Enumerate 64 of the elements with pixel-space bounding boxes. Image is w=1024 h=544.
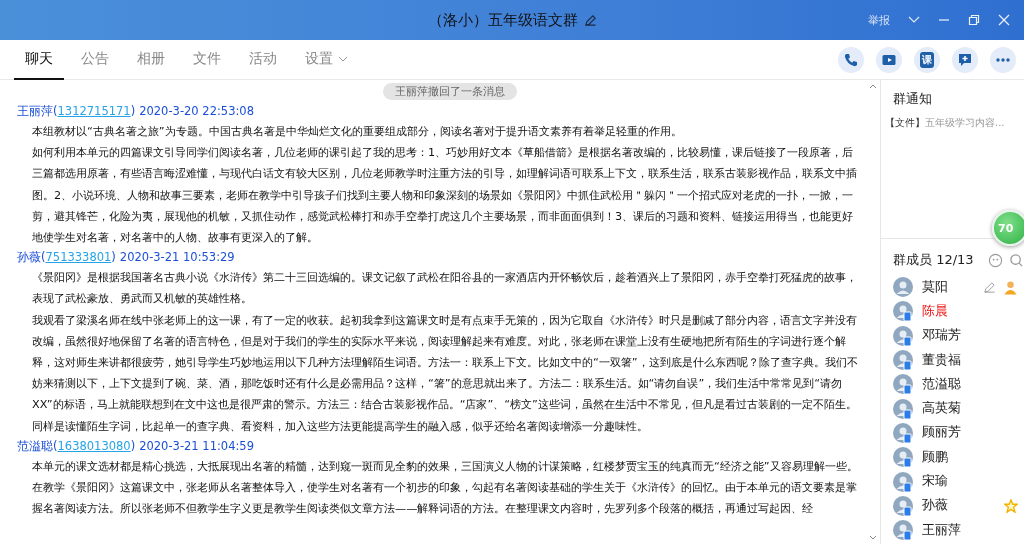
sender-name: 范溢聪(1638013080) [17,438,136,453]
avatar[interactable] [893,520,913,541]
tab[interactable]: 活动 [238,39,288,80]
close-icon[interactable] [998,14,1010,26]
member-settings-icon[interactable] [987,252,1003,268]
member-name[interactable]: 宋瑜 [922,473,1009,490]
avatar[interactable] [893,495,913,516]
group-notice-title: 群通知 [893,90,933,108]
window-title: （洛小）五年级语文群 [427,10,578,30]
message-time: 2020-3-21 11:04:59 [139,438,254,453]
member-name[interactable]: 顾丽芳 [922,424,1009,442]
edit-icon[interactable] [983,280,996,294]
avatar[interactable] [893,301,913,322]
avatar[interactable] [893,350,913,371]
members-title: 群成员 12/13 [893,251,974,269]
avatar[interactable] [893,325,913,346]
sender-name: 孙薇(751333801) [17,250,116,265]
edit-icon[interactable] [583,13,597,27]
tab[interactable]: 相册 [126,39,176,80]
avatar[interactable] [893,422,913,443]
message-time: 2020-3-20 22:53:08 [139,104,254,118]
message-time: 2020-3-21 10:53:29 [119,250,235,265]
message-text: 在教学《景阳冈》这篇课文中，张老师从名著整体导入，使学生对名著有一个初步的印象，勾起有名著阅读基础的学生关于《水浒传》的回忆。由于本单元的语文要素是掌握名著阅读方法。所以张老师不但教学生字义更是教学生阅读类似文章方法——解释词语的方法。在整理课文内容时，先罗列多个段落的概括，再通过写起因、经 [31,480,858,518]
member-name[interactable]: 顾鹏 [922,448,1009,466]
message-text: 我观看了梁溪名师在线中张老师上的这一课，有了一定的收获。起初我拿到这篇课文时是有点束手无策的，因为它取自《水浒传》时只是删减了部分内容，语言文字并没有改编，虽然很好地保留了名著的语言特色，但是对于我们的学生的实际水平来说，阅读理解起来有难度。对此，张老师在课堂上没有生硬地把所有陌生的字词进行逐个解释，这对师生来讲都很疲劳，她引导学生巧妙地运用以下几种方法理解陌生词语。方法一：联系上下文。比如文中的“一双箸”，这到底是什么东西呢？除了查字典。我们不妨来猜测以下，上下文提到了碗、菜、酒，那吃饭时还有什么是必需用品？这样，“箸”的意思就出来了。方法二：联系生活。如“请勿自误”，我们生活中常常见到“请勿XX”的标语，马上就能联想到在文中这也是很严肃的警示。方法三：结合古装影视作品。“店家”、“榜文”这些词，虽然在生活中不常见，但凡是看过古装剧的一定不陌生。同样是读懂陌生字词，比起单一的查字典、看资料，加入这些方法更能提高学生的融入感，似乎还给名著阅读增添一分趣味性。 [31,312,859,435]
avatar[interactable] [893,374,913,395]
avatar[interactable] [893,447,913,468]
plus-bubble-icon [957,51,973,68]
search-icon[interactable] [1008,252,1024,268]
sender-name: 王丽萍(1312715171) [17,104,136,118]
member-name[interactable]: 陈晨 [922,302,1009,320]
tab[interactable]: 设置 [294,39,359,80]
tab[interactable]: 聊天 [14,39,64,80]
phone-icon [843,51,859,68]
member-name[interactable]: 王丽萍 [922,521,1009,539]
message-text: 本单元的课文选材都是精心挑选，大抵展现出名著的精髓，达到窥一斑而见全豹的效果，三国演义人物的计谋策略，红楼梦贾宝玉的纯真而无“经济之能”又容易理解一些。 [31,458,859,475]
more-icon [996,57,1010,62]
member-name[interactable]: 董贵福 [922,351,1009,369]
avatar[interactable] [893,471,913,492]
class-button[interactable]: 课 [914,46,940,73]
caret-icon[interactable] [338,55,348,62]
message-text: 如何利用本单元的四篇课文引导同学们阅读名著，几位老师的课引起了我的思考：1、巧妙用好文本《草船借箭》是根据名著改编的，比较易懂，课后链接了一段原著，后三篇都选用原著，有些语言晦涩难懂，与现代白话文有较大区别，几位老师教学时注重方法的引导，如理解词语可联系上下文，联系生活，联系古装影视作品，联系文中插图。2、小说环境、人物和故事三要素，老师在教学中引导孩子们找到主要人物和印象深刻的场景如《景阳冈》中抓住武松用＂躲闪＂一个招式应对老虎的一扑，一掀，一剪，避其锋芒，化险为夷，展现他的机敏，又抓住动作，感觉武松棒打和赤手空拳打虎这几个主要场景，而非面面俱到！3、课后的习题和资料、链接运用得当，也能更好地使学生对名著，对名著中的人物、故事有更深入的了解。 [31,145,858,246]
report-link[interactable]: 举报 [868,12,890,28]
member-name[interactable]: 范溢聪 [922,375,1009,393]
avatar[interactable] [893,277,913,298]
chevron-down-icon[interactable] [908,16,920,24]
avatar[interactable] [893,398,913,419]
scroll-down-icon[interactable] [869,535,877,540]
video-call-button[interactable] [876,46,902,73]
more-button[interactable] [990,46,1016,73]
group-notice-text[interactable]: 【文件】五年级学习内容... [885,116,1024,130]
member-name[interactable]: 高英菊 [922,400,1009,418]
restore-icon[interactable] [968,14,980,26]
scroll-up-icon[interactable] [869,84,877,89]
message-text: 《景阳冈》是根据我国著名古典小说《水浒传》第二十三回选编的。课文记叙了武松在阳谷县的一家酒店内开怀畅饮后，趁着酒兴上了景阳冈，赤手空拳打死猛虎的故事，表现了武松豪放、勇武而又机敏的英雄性格。 [31,270,858,308]
phone-button[interactable] [838,46,864,73]
member-name[interactable]: 莫阳 [922,278,974,296]
tab[interactable]: 文件 [182,39,232,80]
add-message-button[interactable] [952,46,978,73]
member-name[interactable]: 孙薇 [922,497,995,515]
member-name[interactable]: 邓瑞芳 [922,327,1009,345]
recall-notice: 王丽萍撤回了一条消息 [382,83,517,100]
tab[interactable]: 公告 [70,39,120,80]
message-text: 本组教材以“古典名著之旅”为专题。中国古典名著是中华灿烂文化的重要组成部分，阅读名著对于提升语文素养有着举足轻重的作用。 [31,124,683,140]
